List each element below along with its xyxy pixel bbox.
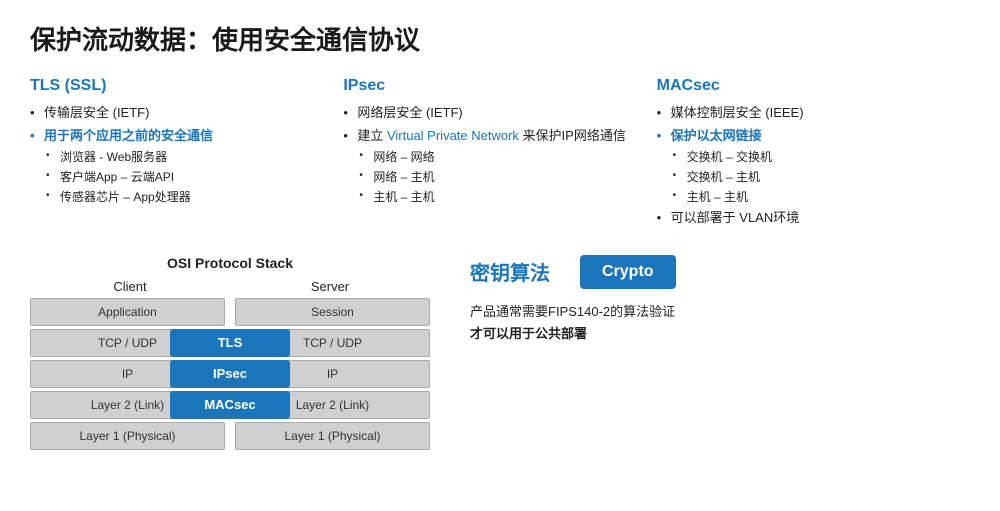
macsec-column: MACsec 媒体控制层安全 (IEEE) 保护以太网链接 交换机 – 交换机 … <box>657 77 970 231</box>
crypto-section: 密钥算法 Crypto 产品通常需要FIPS140-2的算法验证 才可以用于公共… <box>450 255 970 345</box>
server-label: Server <box>230 279 430 294</box>
macsec-sub-list: 交换机 – 交换机 交换机 – 主机 主机 – 主机 <box>657 148 960 206</box>
osi-row-3: Layer 2 (Link) Layer 2 (Link) MACsec <box>30 391 430 419</box>
macsec-sub-1: 交换机 – 交换机 <box>673 148 960 166</box>
macsec-bar: MACsec <box>170 391 290 419</box>
crypto-desc-line2: 才可以用于公共部署 <box>470 326 587 341</box>
top-section: TLS (SSL) 传输层安全 (IETF) 用于两个应用之前的安全通信 浏览器… <box>30 77 970 231</box>
crypto-desc-line1: 产品通常需要FIPS140-2的算法验证 <box>470 301 970 323</box>
macsec-item-1: 媒体控制层安全 (IEEE) <box>657 103 960 123</box>
page-title: 保护流动数据：使用安全通信协议 <box>30 20 970 57</box>
osi-diagram: OSI Protocol Stack Client Server Applica… <box>30 255 430 450</box>
bottom-section: OSI Protocol Stack Client Server Applica… <box>30 255 970 450</box>
ipsec-item-1: 网络层安全 (IETF) <box>343 103 646 123</box>
tls-heading: TLS (SSL) <box>30 77 333 95</box>
ipsec-bar: IPsec <box>170 360 290 388</box>
osi-header-row: Client Server <box>30 279 430 294</box>
tls-item-2: 用于两个应用之前的安全通信 <box>30 126 333 146</box>
macsec-sub-3: 主机 – 主机 <box>673 188 960 206</box>
ipsec-sub-list: 网络 – 网络 网络 – 主机 主机 – 主机 <box>343 148 646 206</box>
macsec-item-3: 可以部署于 VLAN环境 <box>657 208 960 228</box>
ipsec-sub-2: 网络 – 主机 <box>359 168 646 186</box>
tls-bar: TLS <box>170 329 290 357</box>
osi-row-0: Application Session <box>30 298 430 326</box>
osi-client-application: Application <box>30 298 225 326</box>
tls-column: TLS (SSL) 传输层安全 (IETF) 用于两个应用之前的安全通信 浏览器… <box>30 77 343 231</box>
osi-server-session: Session <box>235 298 430 326</box>
macsec-item-2: 保护以太网链接 <box>657 126 960 146</box>
client-label: Client <box>30 279 230 294</box>
crypto-badge[interactable]: Crypto <box>580 255 676 289</box>
vpn-link: Virtual Private Network <box>383 128 519 143</box>
tls-sub-3: 传感器芯片 – App处理器 <box>46 188 333 206</box>
macsec-heading: MACsec <box>657 77 960 95</box>
osi-row-1: TCP / UDP TCP / UDP TLS <box>30 329 430 357</box>
ipsec-column: IPsec 网络层安全 (IETF) 建立 Virtual Private Ne… <box>343 77 656 231</box>
ipsec-item-2: 建立 Virtual Private Network 来保护IP网络通信 <box>343 126 646 146</box>
ipsec-sub-3: 主机 – 主机 <box>359 188 646 206</box>
crypto-header: 密钥算法 Crypto <box>470 255 970 289</box>
crypto-description: 产品通常需要FIPS140-2的算法验证 才可以用于公共部署 <box>470 301 970 345</box>
ipsec-list: 网络层安全 (IETF) 建立 Virtual Private Network … <box>343 103 646 206</box>
osi-client-layer1: Layer 1 (Physical) <box>30 422 225 450</box>
ipsec-heading: IPsec <box>343 77 646 95</box>
osi-row-2: IP IP IPsec <box>30 360 430 388</box>
osi-title: OSI Protocol Stack <box>30 255 430 271</box>
tls-sub-1: 浏览器 - Web服务器 <box>46 148 333 166</box>
macsec-sub-2: 交换机 – 主机 <box>673 168 960 186</box>
macsec-list: 媒体控制层安全 (IEEE) 保护以太网链接 交换机 – 交换机 交换机 – 主… <box>657 103 960 228</box>
tls-item-1: 传输层安全 (IETF) <box>30 103 333 123</box>
osi-server-layer1: Layer 1 (Physical) <box>235 422 430 450</box>
crypto-title: 密钥算法 <box>470 257 550 286</box>
osi-rows: Application Session TCP / UDP TCP / UDP … <box>30 298 430 450</box>
tls-list: 传输层安全 (IETF) 用于两个应用之前的安全通信 浏览器 - Web服务器 … <box>30 103 333 206</box>
tls-sub-list: 浏览器 - Web服务器 客户端App – 云端API 传感器芯片 – App处… <box>30 148 333 206</box>
osi-row-4: Layer 1 (Physical) Layer 1 (Physical) <box>30 422 430 450</box>
tls-sub-2: 客户端App – 云端API <box>46 168 333 186</box>
ipsec-sub-1: 网络 – 网络 <box>359 148 646 166</box>
